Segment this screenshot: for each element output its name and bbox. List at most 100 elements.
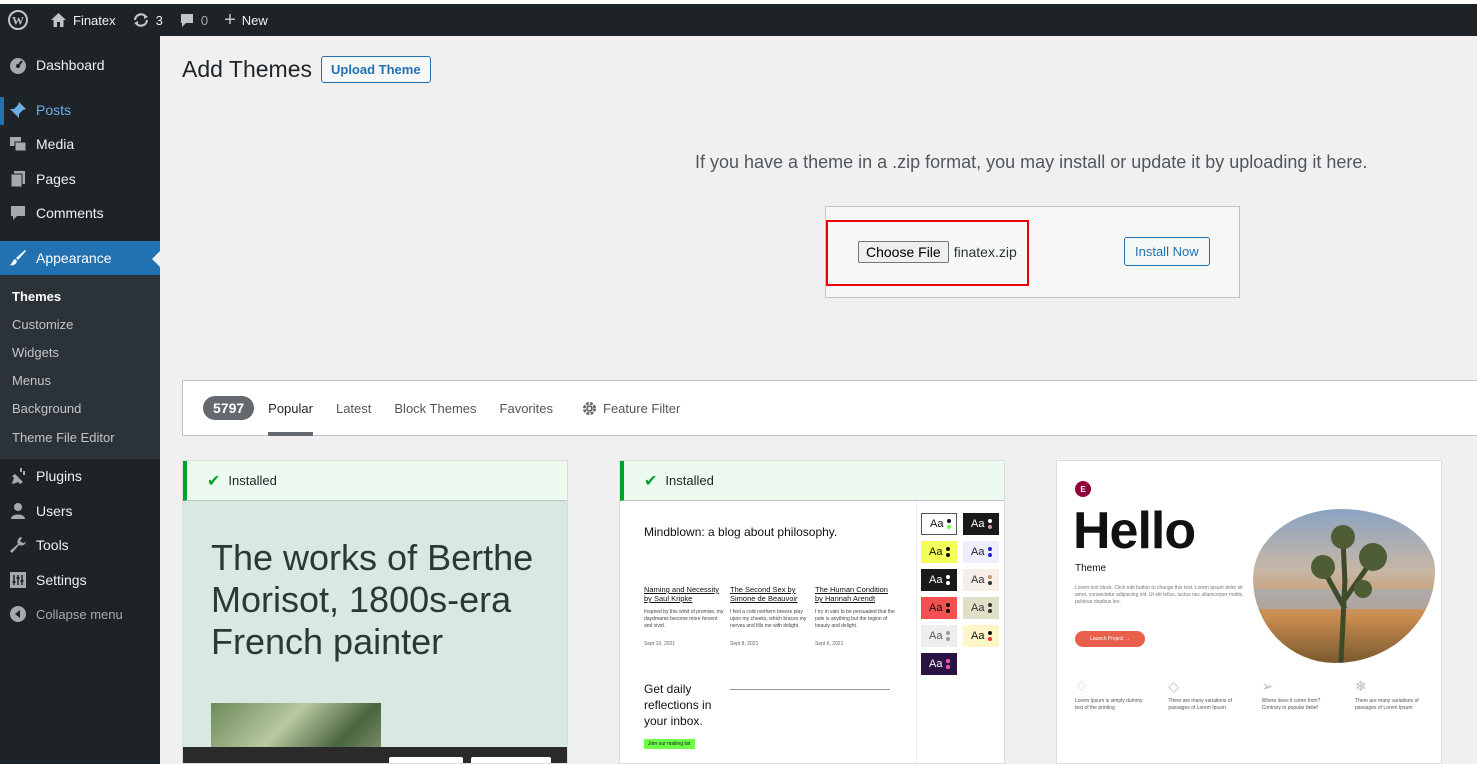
swatch-label: Aa bbox=[929, 546, 943, 558]
sidebar-item-posts[interactable]: Posts bbox=[0, 93, 160, 128]
sidebar-item-comments[interactable]: Comments bbox=[0, 196, 160, 231]
style-swatch: Aa bbox=[963, 625, 999, 647]
post-preview: The Second Sex by Simone de Beauvoir I f… bbox=[730, 585, 810, 649]
user-icon bbox=[8, 501, 28, 521]
wordpress-logo-link[interactable]: W bbox=[0, 4, 36, 36]
theme-count-badge: 5797 bbox=[203, 396, 255, 420]
home-icon bbox=[51, 13, 66, 27]
updates-count: 3 bbox=[155, 12, 163, 28]
feature-text: Lorem Ipsum is simply dummy text of the … bbox=[1075, 698, 1143, 711]
choose-file-button[interactable]: Choose File bbox=[858, 241, 949, 263]
post-date: Sept 6, 2021 bbox=[815, 641, 844, 647]
comments-count: 0 bbox=[200, 12, 209, 28]
dashboard-icon bbox=[8, 55, 28, 75]
upload-form: Choose File finatex.zip Install Now bbox=[825, 206, 1240, 298]
checkmark-icon: ✔ bbox=[644, 472, 658, 490]
theme-screenshot: Mindblown: a blog about philosophy. Nami… bbox=[620, 501, 1004, 763]
tab-favorites[interactable]: Favorites bbox=[500, 380, 553, 436]
sidebar-item-label: Users bbox=[36, 502, 73, 519]
sidebar-item-dashboard[interactable]: Dashboard bbox=[0, 48, 160, 83]
plug-icon bbox=[8, 466, 28, 486]
collapse-arrow-icon bbox=[8, 604, 28, 624]
style-swatch: Aa bbox=[921, 653, 957, 675]
post-excerpt: Inspired by this wind of promise, my day… bbox=[644, 609, 724, 629]
plus-icon: + bbox=[224, 9, 236, 31]
screenshot-subtitle: Theme bbox=[1075, 563, 1107, 574]
submenu-item-themes[interactable]: Themes bbox=[0, 282, 160, 310]
sidebar-item-users[interactable]: Users bbox=[0, 494, 160, 529]
style-swatch: Aa bbox=[963, 513, 999, 535]
submenu-item-theme-file-editor[interactable]: Theme File Editor bbox=[0, 423, 160, 451]
sidebar-item-settings[interactable]: Settings bbox=[0, 563, 160, 598]
elementor-logo-icon: E bbox=[1075, 481, 1091, 497]
theme-card[interactable]: ✔ Installed Mindblown: a blog about phil… bbox=[619, 460, 1005, 764]
theme-action-button[interactable] bbox=[471, 757, 551, 763]
newsletter-text: Get daily reflections in your inbox. bbox=[644, 682, 712, 728]
submenu-item-menus[interactable]: Menus bbox=[0, 367, 160, 395]
file-input[interactable]: Choose File finatex.zip bbox=[858, 241, 1017, 263]
theme-filter-bar: 5797 Popular Latest Block Themes Favorit… bbox=[182, 380, 1477, 436]
feature-text: There are many variations of passages of… bbox=[1354, 698, 1419, 711]
site-name: Finatex bbox=[73, 12, 116, 28]
installed-notice: ✔ Installed bbox=[183, 461, 567, 501]
brush-icon bbox=[8, 248, 28, 268]
post-date: Sept 10, 2021 bbox=[644, 641, 676, 647]
gear-icon bbox=[582, 401, 597, 415]
sidebar-item-plugins[interactable]: Plugins bbox=[0, 459, 160, 494]
swatch-label: Aa bbox=[929, 574, 943, 586]
submenu-item-customize[interactable]: Customize bbox=[0, 310, 160, 338]
submenu-item-background[interactable]: Background bbox=[0, 395, 160, 423]
swatch-label: Aa bbox=[929, 658, 943, 670]
style-swatch: Aa bbox=[921, 597, 957, 619]
theme-action-button[interactable] bbox=[389, 757, 463, 763]
settings-icon bbox=[8, 570, 28, 590]
feature-text: Where does it come from? Contrary to pop… bbox=[1261, 698, 1321, 711]
sidebar-item-tools[interactable]: Tools bbox=[0, 528, 160, 563]
collapse-menu-button[interactable]: Collapse menu bbox=[0, 597, 160, 632]
lightbulb-icon: ♢ bbox=[1075, 678, 1088, 694]
sidebar-item-pages[interactable]: Pages bbox=[0, 162, 160, 197]
theme-card[interactable]: E Hello Theme Lorem text block. Click ed… bbox=[1056, 460, 1442, 764]
new-content-link[interactable]: + New bbox=[216, 4, 276, 36]
site-name-link[interactable]: Finatex bbox=[42, 4, 124, 36]
submenu-item-widgets[interactable]: Widgets bbox=[0, 338, 160, 366]
feature-filter-button[interactable]: Feature Filter bbox=[582, 380, 680, 436]
upload-theme-button[interactable]: Upload Theme bbox=[320, 56, 431, 83]
wordpress-icon: W bbox=[8, 10, 28, 30]
wrench-icon bbox=[8, 535, 28, 555]
sidebar-item-label: Appearance bbox=[36, 249, 112, 266]
comment-icon bbox=[180, 14, 193, 27]
sidebar-item-label: Comments bbox=[36, 205, 104, 222]
installed-label: Installed bbox=[228, 473, 277, 488]
sidebar-item-label: Tools bbox=[36, 537, 69, 554]
new-label: New bbox=[241, 12, 268, 28]
tab-popular[interactable]: Popular bbox=[268, 380, 313, 436]
tab-block-themes[interactable]: Block Themes bbox=[394, 380, 476, 436]
comments-link[interactable]: 0 bbox=[171, 4, 216, 36]
cactus-image bbox=[1253, 509, 1435, 663]
cactus-illustration bbox=[1253, 525, 1435, 663]
style-swatch: Aa bbox=[921, 513, 957, 535]
checkmark-icon: ✔ bbox=[207, 472, 221, 490]
screenshot-body-text: Lorem text block. Click edit button to c… bbox=[1075, 585, 1244, 605]
install-now-button[interactable]: Install Now bbox=[1124, 237, 1210, 266]
installed-notice: ✔ Installed bbox=[620, 461, 1004, 501]
post-title: The Second Sex by Simone de Beauvoir bbox=[730, 585, 798, 603]
theme-screenshot: The works of Berthe Morisot, 1800s-era F… bbox=[183, 501, 567, 763]
swatch-label: Aa bbox=[971, 602, 985, 614]
feature-list: ♢ Lorem Ipsum is simply dummy text of the… bbox=[1075, 678, 1425, 712]
sidebar-item-label: Media bbox=[36, 136, 75, 153]
tab-latest[interactable]: Latest bbox=[336, 380, 371, 436]
swatch-label: Aa bbox=[971, 546, 985, 558]
updates-icon bbox=[133, 13, 148, 27]
post-preview: Naming and Necessity by Saul Kripke Insp… bbox=[644, 585, 724, 649]
svg-text:W: W bbox=[12, 14, 24, 28]
paper-plane-icon: ➢ bbox=[1261, 678, 1274, 694]
feature-text: There are many variations of passages of… bbox=[1168, 698, 1232, 711]
post-excerpt: I feel a cold northern breeze play upon … bbox=[730, 609, 807, 629]
sidebar-item-appearance[interactable]: Appearance bbox=[0, 240, 160, 275]
sidebar-item-media[interactable]: Media bbox=[0, 127, 160, 162]
pin-icon bbox=[8, 100, 28, 120]
updates-link[interactable]: 3 bbox=[124, 4, 171, 36]
theme-card[interactable]: ✔ Installed The works of Berthe Morisot,… bbox=[182, 460, 568, 764]
